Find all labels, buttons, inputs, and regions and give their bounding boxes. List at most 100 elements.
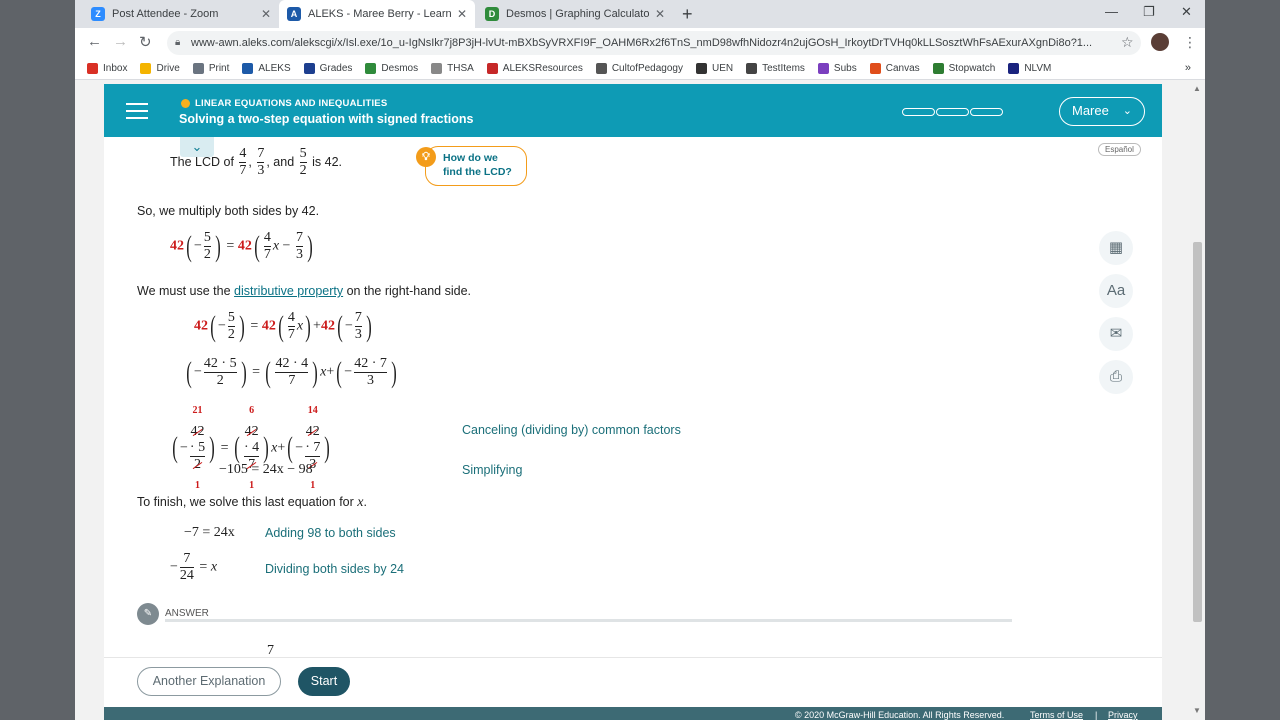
bookmark-item[interactable]: NLVM — [1008, 63, 1051, 74]
bookmark-star-icon[interactable]: ☆ — [1121, 34, 1134, 51]
hint-line2: find the LCD? — [443, 166, 512, 178]
bookmark-icon — [1008, 63, 1020, 74]
forward-icon[interactable]: → — [113, 33, 128, 50]
bookmarks-overflow-icon[interactable]: » — [1185, 62, 1191, 74]
window-close-icon[interactable]: ✕ — [1181, 4, 1192, 20]
bookmark-item[interactable]: Desmos — [365, 63, 418, 74]
bookmark-icon — [87, 63, 98, 74]
bookmark-label: Subs — [833, 63, 857, 74]
scroll-down-icon[interactable]: ▼ — [1193, 706, 1201, 715]
note-simplifying: Simplifying — [462, 463, 523, 477]
progress-bar — [902, 108, 1004, 116]
fraction: 52 — [299, 146, 307, 178]
finish-sentence: To finish, we solve this last equation f… — [137, 495, 367, 510]
scrollbar-thumb[interactable] — [1193, 242, 1202, 622]
restore-icon[interactable]: ❐ — [1143, 4, 1155, 20]
note-adding: Adding 98 to both sides — [265, 526, 396, 540]
tab-desmos[interactable]: D Desmos | Graphing Calculator ✕ — [477, 0, 673, 28]
start-button[interactable]: Start — [298, 667, 350, 696]
tab-aleks[interactable]: A ALEKS - Maree Berry - Learn ✕ — [279, 0, 475, 28]
mail-icon[interactable]: ✉ — [1099, 317, 1133, 351]
bookmark-item[interactable]: Stopwatch — [932, 63, 996, 74]
tab-title: Desmos | Graphing Calculator — [506, 8, 649, 20]
bookmark-label: Stopwatch — [948, 63, 996, 74]
address-bar[interactable]: 🔒︎ www-awn.aleks.com/alekscgi/x/Isl.exe/… — [167, 31, 1141, 55]
browser-window: Z Post Attendee - Zoom ✕ A ALEKS - Maree… — [75, 0, 1205, 720]
bookmark-item[interactable]: Inbox — [87, 63, 127, 74]
answer-divider — [165, 619, 1012, 622]
close-icon[interactable]: ✕ — [655, 7, 665, 21]
bookmark-item[interactable]: Drive — [140, 63, 180, 74]
bookmark-item[interactable]: TestItems — [746, 63, 805, 74]
copyright: © 2020 McGraw-Hill Education. All Rights… — [795, 710, 1005, 720]
menu-icon[interactable]: ⋮ — [1183, 34, 1197, 51]
finish-var: x — [357, 495, 364, 510]
lcd-text: The LCD of — [170, 154, 234, 169]
bookmark-icon — [696, 63, 707, 74]
note-dividing: Dividing both sides by 24 — [265, 562, 404, 576]
print-icon[interactable]: ⎙ — [1099, 360, 1133, 394]
fraction: 47 — [239, 146, 247, 178]
action-bar: Another Explanation Start — [104, 657, 1162, 707]
bookmark-label: THSA — [447, 63, 474, 74]
another-explanation-button[interactable]: Another Explanation — [137, 667, 281, 696]
bookmark-label: Print — [208, 63, 230, 74]
bookmark-label: TestItems — [762, 63, 805, 74]
calculator-icon[interactable]: ▦ — [1099, 231, 1133, 265]
multiply-text: So, we multiply both sides by 42. — [137, 204, 320, 218]
back-icon[interactable]: ← — [87, 33, 102, 50]
bookmark-label: UEN — [712, 63, 734, 74]
minimize-icon[interactable]: — — [1105, 4, 1118, 19]
terms-link[interactable]: Terms of Use — [1030, 707, 1083, 720]
bookmark-label: ALEKS — [258, 63, 291, 74]
bookmark-icon — [192, 63, 204, 74]
explanation-content: The LCD of 47, 73, and 52 is 42. 💡︎ How … — [104, 137, 1162, 657]
bookmark-item[interactable]: Grades — [303, 63, 353, 74]
fraction: 73 — [257, 146, 265, 178]
scrollbar[interactable]: ▲ ▼ — [1190, 80, 1205, 720]
dictionary-icon[interactable]: Aa — [1099, 274, 1133, 308]
bookmark-item[interactable]: Print — [192, 63, 230, 74]
bookmark-label: Grades — [319, 63, 353, 74]
bookmark-icon — [303, 63, 315, 74]
lock-icon: 🔒︎ — [175, 37, 181, 48]
close-icon[interactable]: ✕ — [457, 7, 467, 21]
bookmark-item[interactable]: ALEKSResources — [486, 63, 583, 74]
bookmark-label: ALEKSResources — [502, 63, 583, 74]
scroll-up-icon[interactable]: ▲ — [1193, 84, 1201, 93]
bookmark-item[interactable]: Subs — [817, 63, 857, 74]
new-tab-button[interactable]: + — [682, 4, 693, 25]
topic-label: LINEAR EQUATIONS AND INEQUALITIES — [195, 98, 388, 109]
answer-icon: ✎ — [137, 603, 159, 625]
profile-avatar[interactable] — [1151, 33, 1169, 51]
bookmark-label: Desmos — [381, 63, 419, 74]
close-icon[interactable]: ✕ — [261, 7, 271, 21]
bookmark-item[interactable]: ALEKS — [242, 63, 291, 74]
finish-text: To finish, we solve this last equation f… — [137, 495, 354, 509]
bookmark-item[interactable]: CultofPedagogy — [595, 63, 683, 74]
privacy-link[interactable]: Privacy — [1108, 707, 1138, 720]
bookmark-label: Drive — [156, 63, 180, 74]
user-menu-button[interactable]: Maree ⌄ — [1059, 97, 1145, 126]
distributive-property-link[interactable]: distributive property — [234, 284, 343, 298]
reload-icon[interactable]: ↻ — [139, 33, 152, 51]
page-viewport: LINEAR EQUATIONS AND INEQUALITIES Solvin… — [75, 80, 1205, 720]
lcd-hint-button[interactable]: 💡︎ How do we find the LCD? — [416, 146, 527, 186]
bookmark-label: Canvas — [885, 63, 920, 74]
bookmark-item[interactable]: UEN — [696, 63, 733, 74]
bookmark-label: CultofPedagogy — [611, 63, 683, 74]
chevron-down-icon: ⌄ — [1122, 105, 1132, 117]
footer-separator: | — [1095, 710, 1098, 720]
tab-title: Post Attendee - Zoom — [112, 8, 219, 20]
distrib-after: on the right-hand side. — [343, 284, 471, 298]
answer-section: ✎ ANSWER — [137, 603, 1012, 625]
hamburger-menu-icon[interactable] — [126, 103, 148, 119]
bookmark-item[interactable]: Canvas — [869, 63, 920, 74]
bookmark-label: Inbox — [103, 63, 128, 74]
bookmark-item[interactable]: THSA — [431, 63, 474, 74]
aleks-icon: A — [287, 7, 301, 21]
tab-zoom[interactable]: Z Post Attendee - Zoom ✕ — [83, 0, 279, 28]
lcd-statement: The LCD of 47, 73, and 52 is 42. — [170, 146, 343, 178]
bookmark-icon — [595, 63, 607, 74]
bookmarks-bar: Inbox Drive Print ALEKS Grades Desmos THSA ALEK… — [75, 58, 1205, 80]
